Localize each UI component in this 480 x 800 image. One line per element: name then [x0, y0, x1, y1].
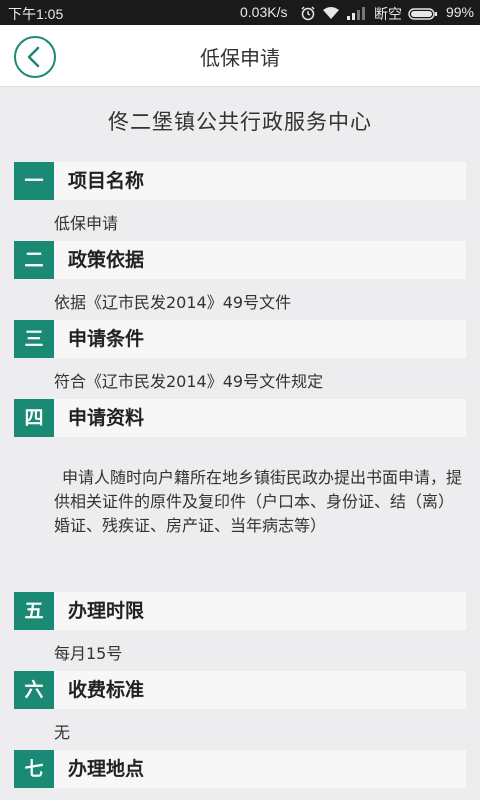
section-header-6: 六 收费标准 — [14, 671, 466, 709]
section-title: 申请条件 — [68, 328, 145, 350]
section-header-3: 三 申请条件 — [14, 320, 466, 358]
section-value: 无 — [54, 723, 71, 742]
signal-icon — [346, 5, 366, 24]
section-number: 五 — [14, 592, 54, 630]
battery-icon — [408, 7, 438, 23]
section-title: 申请资料 — [68, 407, 145, 429]
section-title: 政策依据 — [68, 249, 145, 271]
section-title: 项目名称 — [68, 170, 145, 192]
carrier-label: 断空 — [374, 6, 402, 22]
section-paragraph: 申请人随时向户籍所在地乡镇街民政办提出书面申请，提供相关证件的原件及复印件（户口… — [54, 468, 463, 535]
section-number: 七 — [14, 750, 54, 788]
section-value: 依据《辽市民发2014》49号文件 — [54, 293, 292, 312]
app-header: 低保申请 — [0, 25, 480, 87]
battery-percent: 99% — [445, 4, 474, 20]
section-title: 收费标准 — [68, 679, 145, 701]
section-title: 办理时限 — [68, 600, 145, 622]
section-header-2: 二 政策依据 — [14, 241, 466, 279]
page-title: 低保申请 — [200, 46, 280, 70]
center-name: 佟二堡镇公共行政服务中心 — [108, 110, 372, 134]
wifi-icon — [322, 5, 340, 24]
section-header-7: 七 办理地点 — [14, 750, 466, 788]
section-value: 每月15号 — [54, 644, 123, 663]
section-header-4: 四 申请资料 — [14, 399, 466, 437]
section-header-5: 五 办理时限 — [14, 592, 466, 630]
section-value: 低保申请 — [54, 214, 119, 233]
section-number: 二 — [14, 241, 54, 279]
section-title: 办理地点 — [68, 758, 145, 780]
section-number: 四 — [14, 399, 54, 437]
section-number: 一 — [14, 162, 54, 200]
section-value: 符合《辽市民发2014》49号文件规定 — [54, 372, 324, 391]
section-number: 三 — [14, 320, 54, 358]
status-bar: 下午1:05 0.03K/s 断空 99% — [0, 0, 480, 25]
network-speed: 0.03K/s — [240, 4, 288, 20]
section-header-1: 一 项目名称 — [14, 162, 466, 200]
section-number: 六 — [14, 671, 54, 709]
status-time: 下午1:05 — [8, 6, 64, 22]
alarm-icon — [300, 5, 316, 24]
main-content[interactable]: 佟二堡镇公共行政服务中心 一 项目名称 低保申请 二 政策依据 依据《辽市民发2… — [0, 88, 480, 800]
